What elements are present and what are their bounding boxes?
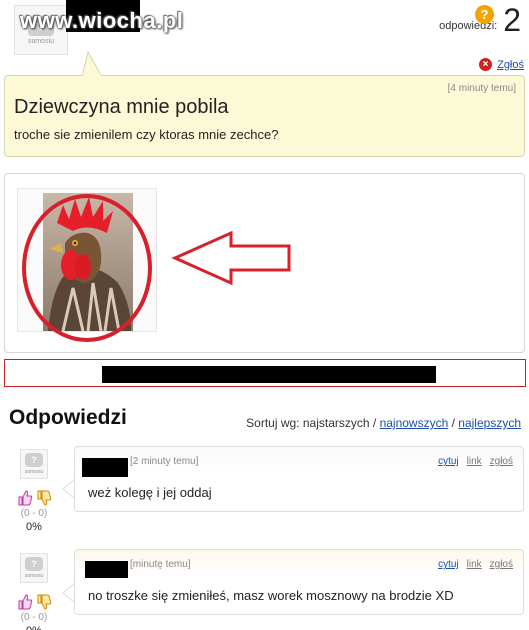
- image-thumbnail[interactable]: [17, 188, 157, 342]
- permalink[interactable]: link: [467, 456, 482, 467]
- answer-avatar[interactable]: ? samosiu: [20, 553, 48, 583]
- report-link[interactable]: Zgłoś: [497, 59, 524, 71]
- pointer-arrow: [171, 230, 291, 286]
- sort-prefix: Sortuj wg: najstarszych /: [246, 416, 377, 430]
- answer-item: [2 minuty temu] cytuj link zgłoś weż kol…: [74, 446, 524, 512]
- report-question[interactable]: × Zgłoś: [479, 58, 524, 71]
- answer-author-redacted: [85, 561, 128, 578]
- vote-score: (0 - 0): [20, 508, 48, 519]
- question-icon: ?: [475, 5, 494, 24]
- avatar-label: samosiu: [24, 469, 44, 475]
- question-body: troche sie zmienilem czy ktoras mnie zec…: [14, 127, 279, 142]
- question-title: Dziewczyna mnie pobila: [14, 96, 229, 118]
- vote-percent: 0%: [10, 625, 58, 630]
- answers-heading: Odpowiedzi: [9, 406, 127, 429]
- thumbs-down-icon[interactable]: [36, 490, 52, 506]
- answer-item: [minutę temu] cytuj link zgłoś no troszk…: [74, 549, 524, 615]
- answer-text: no troszke się zmieniłeś, masz worek mos…: [88, 588, 454, 603]
- answer-avatar[interactable]: ? samosiu: [20, 449, 48, 479]
- close-circle-icon: ×: [479, 58, 493, 71]
- answer-vote: (0 - 0) 0%: [10, 594, 58, 630]
- avatar-placeholder-icon: ?: [25, 453, 43, 467]
- question-bubble-tail-cover: [83, 74, 101, 78]
- highlight-circle: [22, 194, 152, 342]
- report-answer-link[interactable]: zgłoś: [490, 456, 513, 467]
- thumbs-up-icon[interactable]: [17, 490, 33, 506]
- answer-time: [minutę temu]: [130, 559, 191, 570]
- sort-newest-link[interactable]: najnowszych: [380, 416, 449, 430]
- answer-time: [2 minuty temu]: [130, 456, 199, 467]
- sort-controls: Sortuj wg: najstarszych / najnowszych / …: [246, 416, 521, 430]
- report-answer-link[interactable]: zgłoś: [490, 559, 513, 570]
- answer-author-redacted: [82, 458, 128, 477]
- question-time: [4 minuty temu]: [447, 83, 516, 94]
- avatar-placeholder-icon: ?: [25, 557, 43, 571]
- answers-count-value: 2: [503, 2, 521, 38]
- avatar-label: samosiu: [27, 37, 55, 45]
- sort-best-link[interactable]: najlepszych: [458, 416, 521, 430]
- quote-link[interactable]: cytuj: [438, 559, 459, 570]
- avatar-label: samosiu: [24, 573, 44, 579]
- vote-percent: 0%: [26, 521, 42, 533]
- thumbs-down-icon[interactable]: [36, 594, 52, 610]
- answer-text: weż kolegę i jej oddaj: [88, 485, 212, 500]
- question-box: [4 minuty temu] Dziewczyna mnie pobila t…: [4, 75, 525, 157]
- permalink[interactable]: link: [467, 559, 482, 570]
- vote-score: (0 - 0): [20, 612, 48, 623]
- question-image-panel: [4, 173, 525, 353]
- banner-redacted: [102, 366, 436, 383]
- ad-banner[interactable]: [4, 359, 526, 387]
- site-watermark: www.wiocha.pl: [20, 8, 184, 33]
- quote-link[interactable]: cytuj: [438, 456, 459, 467]
- answer-vote: (0 - 0) 0%: [10, 490, 58, 533]
- thumbs-up-icon[interactable]: [17, 594, 33, 610]
- sort-separator: /: [451, 416, 455, 430]
